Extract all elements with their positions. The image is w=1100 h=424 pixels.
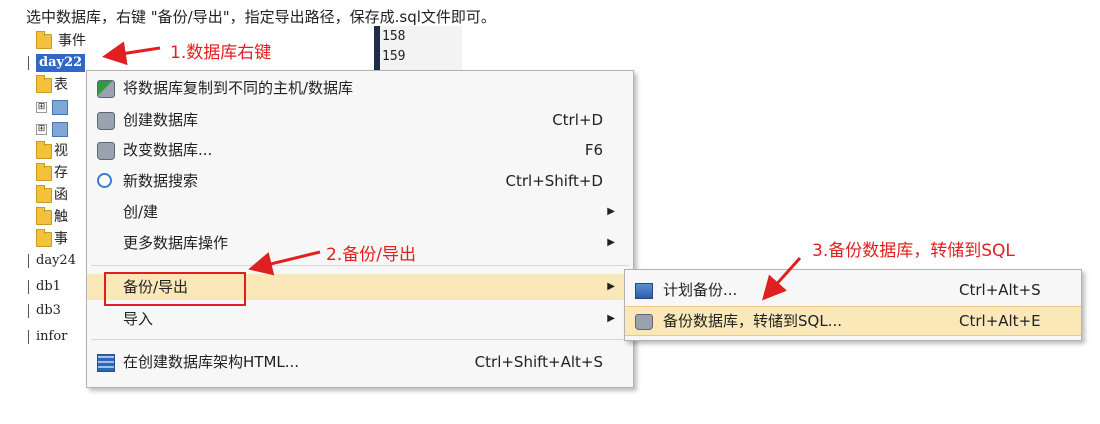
- folder-icon: [36, 163, 52, 181]
- menu-item-data-search[interactable]: 新数据搜索 Ctrl+Shift+D: [87, 168, 633, 194]
- tree-item-table-b[interactable]: ⊞: [28, 118, 90, 140]
- selected-database[interactable]: day22: [36, 54, 86, 72]
- tree-item-events-2[interactable]: 事: [28, 228, 90, 250]
- tree-item-db-db1[interactable]: db1: [28, 276, 90, 298]
- folder-icon: [36, 185, 52, 203]
- context-menu: 将数据库复制到不同的主机/数据库 创建数据库 Ctrl+D 改变数据库... F…: [86, 70, 634, 388]
- folder-icon: [36, 31, 52, 49]
- alter-db-icon: [97, 142, 115, 160]
- submenu-arrow-icon: ▶: [607, 281, 615, 292]
- schema-html-icon: [97, 354, 115, 372]
- menu-item-schema-html[interactable]: 在创建数据库架构HTML... Ctrl+Shift+Alt+S: [87, 349, 633, 375]
- tree-item-functions[interactable]: 函: [28, 184, 90, 206]
- submenu-arrow-icon: ▶: [607, 237, 615, 248]
- backup-db-icon: [635, 314, 653, 330]
- tree-item-db-infor[interactable]: infor: [28, 326, 90, 348]
- menu-item-import[interactable]: 导入 ▶: [87, 306, 633, 332]
- folder-icon: [36, 141, 52, 159]
- tree-item-day22[interactable]: day22: [28, 52, 90, 74]
- tree-item-table-a[interactable]: ⊞: [28, 96, 90, 118]
- tree-item-db-day24[interactable]: day24: [28, 250, 90, 272]
- tree-item-procs[interactable]: 存: [28, 162, 90, 184]
- schedule-backup-icon: [635, 283, 653, 299]
- expand-icon[interactable]: ⊞: [36, 124, 47, 135]
- arrow-step1: [102, 41, 161, 66]
- tree-item-views[interactable]: 视: [28, 140, 90, 162]
- annotation-step1: 1.数据库右键: [170, 43, 272, 63]
- backup-submenu: 计划备份... Ctrl+Alt+S 备份数据库，转储到SQL... Ctrl+…: [624, 269, 1082, 341]
- highlight-box-backup-export: [104, 272, 246, 306]
- submenu-arrow-icon: ▶: [607, 206, 615, 217]
- tree-item-events[interactable]: 事件: [28, 30, 90, 52]
- submenu-item-scheduled-backup[interactable]: 计划备份... Ctrl+Alt+S: [625, 276, 1081, 304]
- copy-db-icon: [97, 80, 115, 98]
- folder-icon: [36, 75, 52, 93]
- line-numbers: 158 159: [380, 26, 462, 74]
- object-browser-tree: 事件 day22 表 ⊞ ⊞ 视 存 函 触 事 day24 db1 db3 i…: [28, 30, 90, 424]
- tree-item-db-db3[interactable]: db3: [28, 300, 90, 322]
- menu-item-create[interactable]: 创/建 ▶: [87, 199, 633, 225]
- folder-icon: [36, 207, 52, 225]
- menu-separator: [91, 265, 629, 266]
- intro-text: 选中数据库，右键 "备份/导出"，指定导出路径，保存成.sql文件即可。: [26, 8, 496, 26]
- expand-icon[interactable]: ⊞: [36, 102, 47, 113]
- menu-item-copy-db[interactable]: 将数据库复制到不同的主机/数据库: [87, 75, 633, 101]
- line-number: 159: [382, 49, 406, 64]
- menu-item-create-db[interactable]: 创建数据库 Ctrl+D: [87, 107, 633, 133]
- menu-item-alter-db[interactable]: 改变数据库... F6: [87, 137, 633, 163]
- table-icon: [52, 100, 68, 115]
- table-icon: [52, 122, 68, 137]
- search-icon: [97, 173, 112, 188]
- submenu-item-backup-to-sql[interactable]: 备份数据库，转储到SQL... Ctrl+Alt+E: [625, 306, 1081, 336]
- menu-separator: [91, 339, 629, 340]
- create-db-icon: [97, 112, 115, 130]
- tree-item-triggers[interactable]: 触: [28, 206, 90, 228]
- annotation-step2: 2.备份/导出: [326, 245, 416, 265]
- submenu-arrow-icon: ▶: [607, 313, 615, 324]
- folder-icon: [36, 229, 52, 247]
- annotation-step3: 3.备份数据库，转储到SQL: [812, 241, 1015, 261]
- tree-item-tables[interactable]: 表: [28, 74, 90, 96]
- line-number: 158: [382, 29, 406, 44]
